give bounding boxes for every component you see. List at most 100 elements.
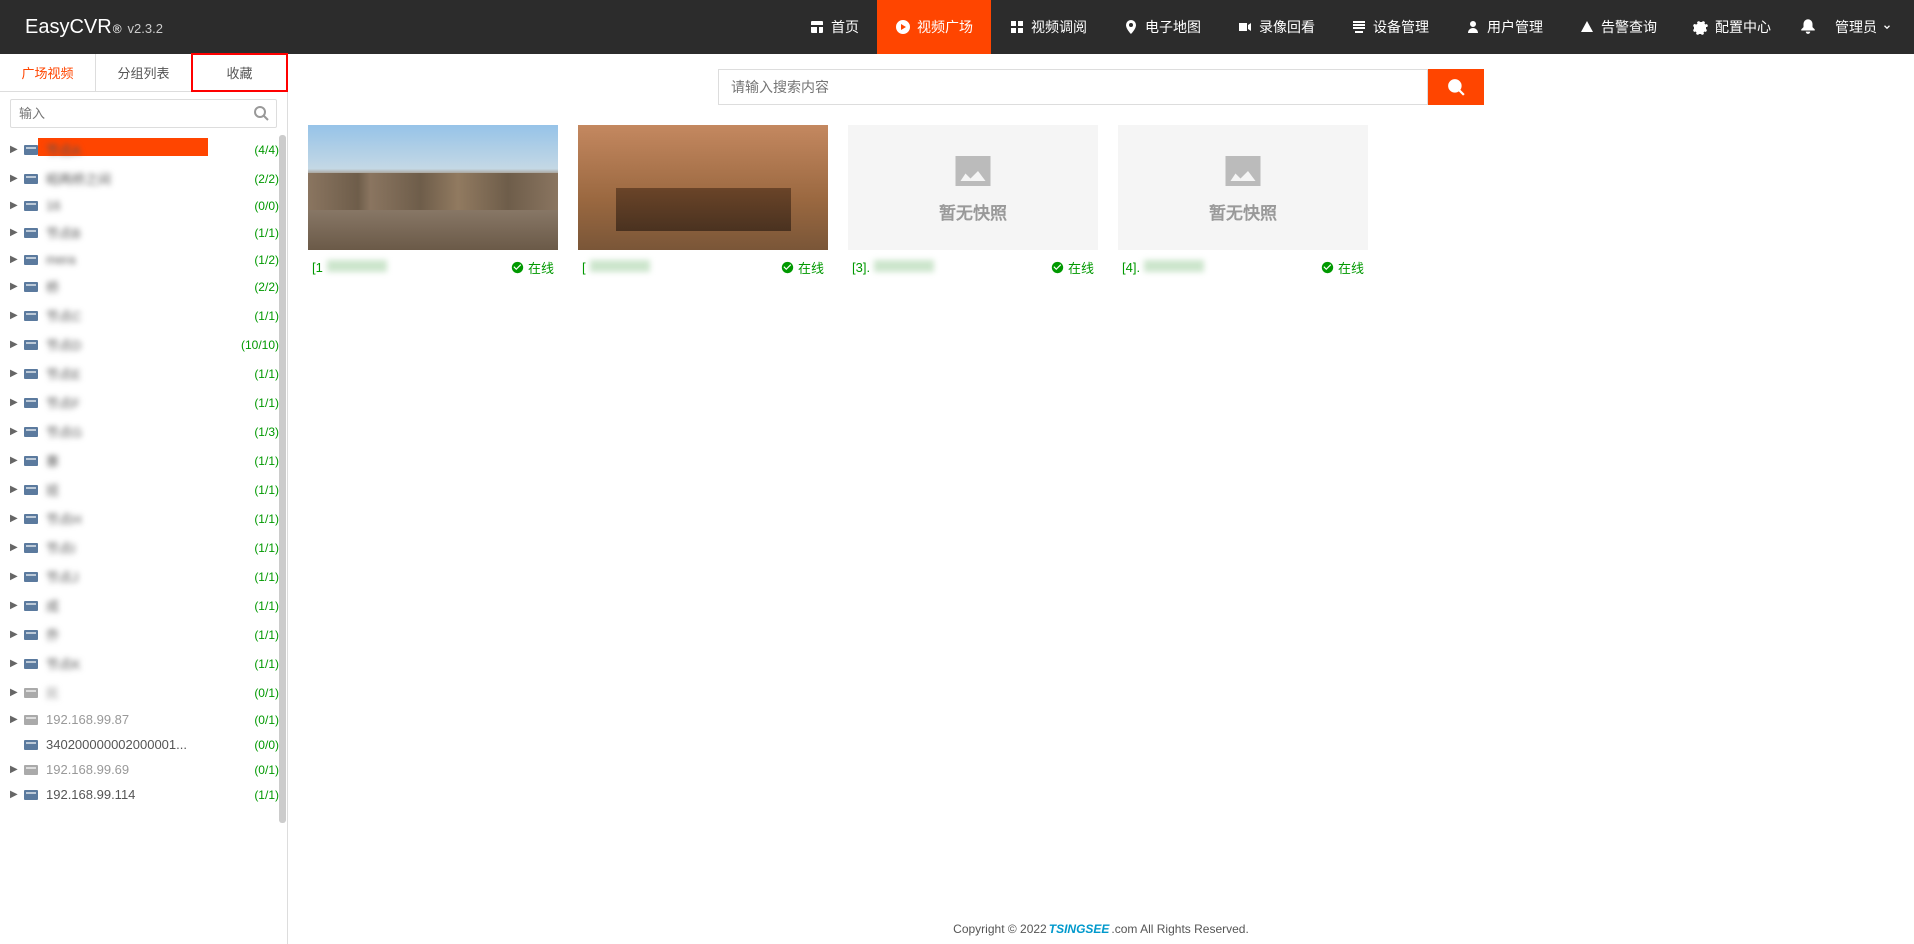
tree-item[interactable]: ▶ 节点A (4/4) <box>0 135 287 164</box>
device-icon <box>24 255 38 265</box>
nav-item-alarm[interactable]: 告警查询 <box>1561 0 1675 54</box>
alarm-icon <box>1579 19 1595 35</box>
tree-item[interactable]: ▶ 节点B (1/1) <box>0 218 287 247</box>
chevron-right-icon: ▶ <box>10 658 20 669</box>
tree-item[interactable]: ▶ 节点F (1/1) <box>0 388 287 417</box>
sidebar-search <box>0 92 287 135</box>
grid-icon <box>1009 19 1025 35</box>
thumb-nosnap: 暂无快照 <box>1118 125 1368 250</box>
video-card[interactable]: 暂无快照 [4]. 在线 <box>1118 125 1368 285</box>
copyright-post: .com All Rights Reserved. <box>1111 922 1248 936</box>
nav-label: 电子地图 <box>1145 17 1201 37</box>
device-icon <box>24 201 38 211</box>
tree-item[interactable]: ▶ 节点I (1/1) <box>0 533 287 562</box>
chevron-right-icon: ▶ <box>10 455 20 466</box>
tree-item[interactable]: ▶ 节点D (10/10) <box>0 330 287 359</box>
device-icon <box>24 427 38 437</box>
nosnap-text: 暂无快照 <box>1209 199 1277 224</box>
nav-item-device[interactable]: 设备管理 <box>1333 0 1447 54</box>
chevron-right-icon: ▶ <box>10 484 20 495</box>
tab-0[interactable]: 广场视频 <box>0 54 96 91</box>
card-label: [1 <box>312 260 387 275</box>
tree-item[interactable]: ▶ 192.168.99.114 (1/1) <box>0 782 287 807</box>
tree-item[interactable]: ▶ 节点C (1/1) <box>0 301 287 330</box>
card-label: [4]. <box>1122 260 1204 275</box>
card-status: 在线 <box>1321 258 1364 277</box>
device-icon <box>24 311 38 321</box>
chevron-right-icon: ▶ <box>10 426 20 437</box>
tree-label: 节点K <box>46 654 248 673</box>
nav-item-dashboard[interactable]: 首页 <box>791 0 877 54</box>
nav-item-map[interactable]: 电子地图 <box>1105 0 1219 54</box>
nav-item-video[interactable]: 录像回看 <box>1219 0 1333 54</box>
device-icon <box>24 715 38 725</box>
tree-item[interactable]: ▶ 寨 (1/1) <box>0 446 287 475</box>
tree-label: 340200000002000001... <box>46 737 248 752</box>
tree-item[interactable]: ▶ 节点E (1/1) <box>0 359 287 388</box>
tab-2[interactable]: 收藏 <box>192 54 287 91</box>
main-search-button[interactable] <box>1428 69 1484 105</box>
tree-item[interactable]: ▶ 桥 (2/2) <box>0 272 287 301</box>
device-icon <box>24 765 38 775</box>
check-icon <box>1051 261 1064 274</box>
tree-item[interactable]: ▶ 节点J (1/1) <box>0 562 287 591</box>
device-icon <box>24 543 38 553</box>
tree-count: (1/1) <box>254 367 279 381</box>
card-bottom: [3]. 在线 <box>848 250 1098 285</box>
video-card[interactable]: [1 在线 <box>308 125 558 285</box>
tree-item[interactable]: ▶ 成 (1/1) <box>0 591 287 620</box>
tree-item[interactable]: ▶ mera (1/2) <box>0 247 287 272</box>
tree-item[interactable]: ▶ 192.168.99.87 (0/1) <box>0 707 287 732</box>
nav-item-user[interactable]: 用户管理 <box>1447 0 1561 54</box>
scrollbar-thumb[interactable] <box>279 135 286 823</box>
nav-item-play[interactable]: 视频广场 <box>877 0 991 54</box>
card-label: [ <box>582 260 650 275</box>
tree-label: 节点D <box>46 335 235 354</box>
admin-menu[interactable]: 管理员 <box>1835 17 1892 37</box>
card-bottom: [4]. 在线 <box>1118 250 1368 285</box>
tree-item[interactable]: ▶ 乔 (1/1) <box>0 620 287 649</box>
card-status: 在线 <box>781 258 824 277</box>
tree-item[interactable]: ▶ 昭两桥之间 (2/2) <box>0 164 287 193</box>
device-icon <box>24 790 38 800</box>
thumb-nosnap: 暂无快照 <box>848 125 1098 250</box>
thumb-preview <box>578 125 828 250</box>
tree-count: (0/1) <box>254 763 279 777</box>
chevron-right-icon: ▶ <box>10 600 20 611</box>
chevron-right-icon: ▶ <box>10 764 20 775</box>
tree-count: (1/1) <box>254 570 279 584</box>
device-icon <box>24 398 38 408</box>
tree-item[interactable]: ▶ 班 (1/1) <box>0 475 287 504</box>
video-card[interactable]: 暂无快照 [3]. 在线 <box>848 125 1098 285</box>
nav-label: 告警查询 <box>1601 17 1657 37</box>
tree-item[interactable]: ▶ 340200000002000001... (0/0) <box>0 732 287 757</box>
tree-label: 16 <box>46 198 248 213</box>
main-search-input[interactable] <box>718 69 1428 105</box>
tree-count: (1/1) <box>254 541 279 555</box>
tree-item[interactable]: ▶ 节点H (1/1) <box>0 504 287 533</box>
tree-label: 节点I <box>46 538 248 557</box>
tree-item[interactable]: ▶ 节点G (1/3) <box>0 417 287 446</box>
video-card[interactable]: [ 在线 <box>578 125 828 285</box>
tree-item[interactable]: ▶ 节点K (1/1) <box>0 649 287 678</box>
chevron-right-icon: ▶ <box>10 227 20 238</box>
tree-label: 节点E <box>46 364 248 383</box>
tree-item[interactable]: ▶ 16 (0/0) <box>0 193 287 218</box>
tree-item[interactable]: ▶ 192.168.99.69 (0/1) <box>0 757 287 782</box>
main: [1 在线 [ 在线 暂无快照 [3]. 在线 暂无快照 [4]. 在线 <box>288 54 1914 914</box>
thumb-preview <box>308 125 558 250</box>
nav-item-grid[interactable]: 视频调阅 <box>991 0 1105 54</box>
header: EasyCVR ® v2.3.2 首页视频广场视频调阅电子地图录像回看设备管理用… <box>0 0 1914 54</box>
tab-1[interactable]: 分组列表 <box>96 54 192 91</box>
tree-count: (0/1) <box>254 713 279 727</box>
nav-item-gear[interactable]: 配置中心 <box>1675 0 1789 54</box>
sidebar-search-input[interactable] <box>10 99 277 128</box>
tree-count: (0/1) <box>254 686 279 700</box>
image-icon <box>947 151 999 191</box>
tree-item[interactable]: ▶ 民 (0/1) <box>0 678 287 707</box>
check-icon <box>1321 261 1334 274</box>
chevron-right-icon: ▶ <box>10 144 20 155</box>
bell-icon[interactable] <box>1799 17 1817 38</box>
tree-count: (1/1) <box>254 396 279 410</box>
logo-version: v2.3.2 <box>128 21 163 36</box>
